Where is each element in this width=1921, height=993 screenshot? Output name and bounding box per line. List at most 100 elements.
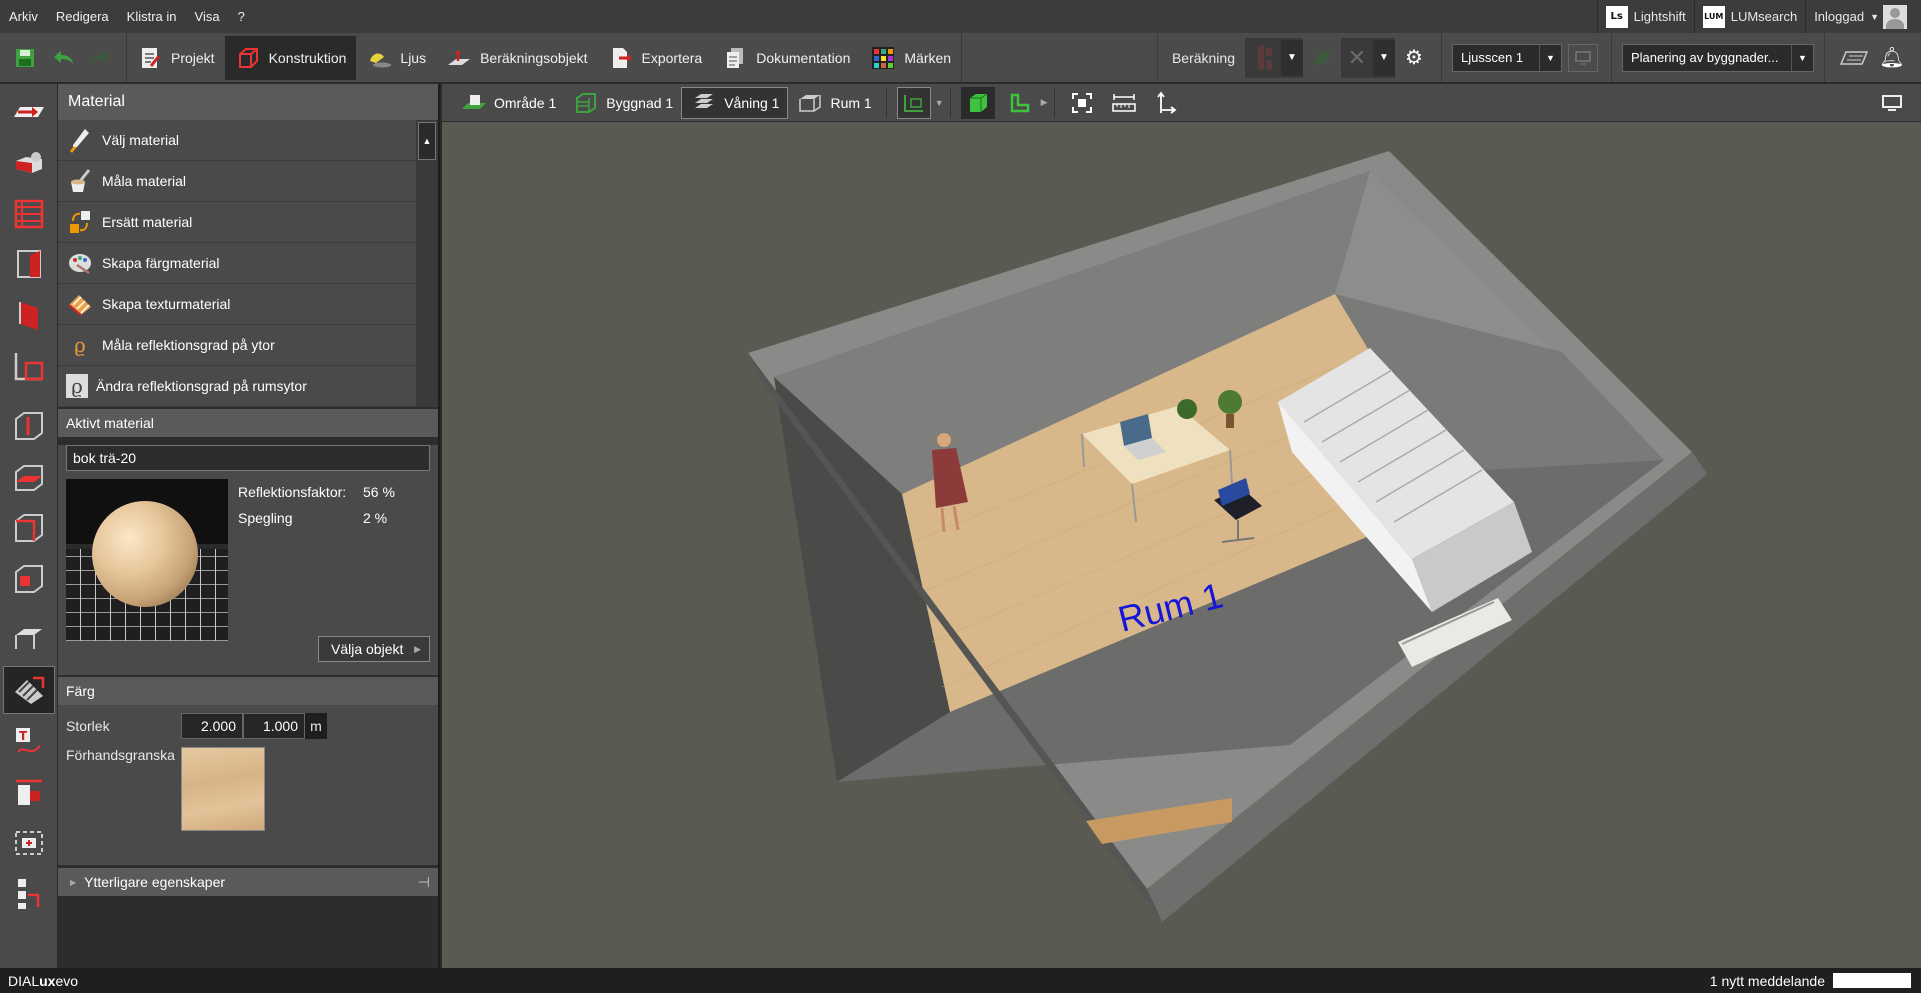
lightshift-button[interactable]: Ls Lightshift — [1596, 0, 1694, 33]
menu-arkiv[interactable]: Arkiv — [0, 9, 47, 24]
view-3d-button[interactable] — [960, 86, 995, 119]
cancel-calculation-button[interactable]: ✕ — [1341, 40, 1373, 76]
tab-ljus[interactable]: Ljus — [356, 36, 436, 80]
undo-button[interactable] — [47, 40, 79, 76]
chevron-right-icon[interactable]: ▶ — [1041, 97, 1048, 108]
green-cube-icon — [969, 93, 987, 112]
rail-room-object-button[interactable] — [3, 555, 55, 603]
menu-klistra-in[interactable]: Klistra in — [118, 9, 186, 24]
tab-marken[interactable]: Märken — [860, 36, 961, 80]
select-objects-button[interactable]: Välja objekt ▶ — [318, 636, 430, 662]
tab-ljus-label: Ljus — [400, 49, 427, 66]
furniture-icon — [16, 152, 42, 173]
crumb-rum[interactable]: Rum 1 — [788, 87, 879, 119]
floor-plan-button[interactable] — [1838, 40, 1870, 76]
rail-roof-button[interactable] — [3, 342, 55, 390]
cube-floor-icon — [15, 465, 43, 491]
lumsearch-button[interactable]: LUM LUMsearch — [1693, 0, 1805, 33]
fit-view-button[interactable] — [1065, 87, 1099, 119]
fullscreen-button[interactable] — [1875, 87, 1909, 119]
scene-display-button[interactable] — [1568, 43, 1598, 72]
cancel-dropdown[interactable]: ▼ — [1373, 39, 1395, 76]
chevron-down-icon: ▼ — [1539, 44, 1561, 71]
calculate-dropdown[interactable]: ▼ — [1281, 39, 1303, 76]
rail-insert-button[interactable] — [3, 768, 55, 816]
calculate-button[interactable] — [1249, 40, 1281, 76]
view-plan-button[interactable] — [896, 86, 931, 119]
avatar — [1883, 4, 1907, 29]
scroll-up-button[interactable]: ▲ — [418, 122, 436, 160]
menu-redigera[interactable]: Redigera — [47, 9, 118, 24]
tab-exportera[interactable]: Exportera — [598, 36, 713, 80]
rail-import-button[interactable] — [3, 87, 55, 135]
crumb-byggnad[interactable]: Byggnad 1 — [564, 87, 681, 119]
save-button[interactable] — [9, 40, 41, 76]
rail-text-button[interactable]: T — [3, 717, 55, 765]
crumb-label: Våning 1 — [724, 94, 780, 111]
size-height-input[interactable]: 1.000 — [243, 713, 305, 739]
palette-icon — [66, 249, 94, 277]
tab-dokumentation[interactable]: Dokumentation — [712, 36, 860, 80]
light-scene-select[interactable]: Ljusscen 1 ▼ — [1452, 43, 1562, 72]
viewport-toolbar: Område 1 Byggnad 1 Våning 1 Rum 1 ▼ ▶ — [442, 84, 1921, 122]
rail-arrange-button[interactable] — [3, 870, 55, 918]
tab-projekt[interactable]: Projekt — [127, 36, 225, 80]
rail-wall-button[interactable] — [3, 240, 55, 288]
tool-paint-material[interactable]: Måla material — [58, 161, 416, 202]
more-properties-header[interactable]: ▶ Ytterligare egenskaper ⊣ — [58, 868, 438, 896]
rail-opening-button[interactable] — [3, 291, 55, 339]
active-material-name[interactable]: bok trä-20 — [66, 445, 430, 471]
material-stripes-icon — [15, 676, 45, 704]
specular-value: 2 % — [363, 510, 388, 526]
messages-button[interactable]: 1 nytt meddelande — [1710, 973, 1911, 989]
menu-help[interactable]: ? — [229, 9, 254, 24]
crumb-omrade[interactable]: Område 1 — [452, 87, 564, 119]
crumb-vaning[interactable]: Våning 1 — [681, 86, 789, 119]
rail-room-wall-button[interactable] — [3, 504, 55, 552]
tab-dokumentation-label: Dokumentation — [756, 49, 851, 66]
chevron-down-icon[interactable]: ▼ — [935, 98, 944, 108]
view-lshape-button[interactable] — [1003, 87, 1037, 119]
rail-material-button[interactable] — [3, 666, 55, 714]
tool-replace-material[interactable]: Ersätt material — [58, 202, 416, 243]
room-3d-render[interactable]: Rum 1 — [442, 122, 1921, 968]
tool-paint-reflectance[interactable]: ϱ Måla reflektionsgrad på ytor — [58, 325, 416, 366]
user-menu[interactable]: Inloggad ▼ — [1805, 0, 1921, 33]
redo-button[interactable] — [85, 40, 117, 76]
axis-button[interactable] — [1149, 87, 1183, 119]
settings-button[interactable]: ⚙ — [1398, 40, 1430, 76]
panel-title: Material — [58, 84, 438, 120]
eco-button[interactable] — [1306, 40, 1338, 76]
message-indicator — [1833, 973, 1911, 988]
rail-building-button[interactable] — [3, 189, 55, 237]
rail-room-height-button[interactable] — [3, 402, 55, 450]
tab-berakningsobjekt[interactable]: Beräkningsobjekt — [436, 36, 597, 80]
menu-visa[interactable]: Visa — [186, 9, 229, 24]
material-panel: Material Välj material Måla material Ers… — [58, 84, 440, 968]
pin-icon[interactable]: ⊣ — [418, 874, 430, 891]
rail-room-floor-button[interactable] — [3, 453, 55, 501]
monitor-icon — [1882, 94, 1902, 111]
planning-select[interactable]: Planering av byggnader... ▼ — [1622, 43, 1814, 72]
rail-placement-button[interactable] — [3, 819, 55, 867]
measure-button[interactable] — [1107, 87, 1141, 119]
tool-create-texture-material[interactable]: Skapa texturmaterial — [58, 284, 416, 325]
more-properties-label: Ytterligare egenskaper — [84, 874, 226, 890]
notifications-button[interactable]: 🔔︎ — [1876, 40, 1908, 76]
tool-list-scrollbar[interactable]: ▲ — [416, 120, 438, 407]
3d-viewport[interactable]: Rum 1 — [442, 122, 1921, 968]
texture-preview — [181, 747, 265, 831]
l-shape-icon — [1010, 93, 1029, 112]
tool-select-material[interactable]: Välj material — [58, 120, 416, 161]
rail-furniture-button[interactable] — [3, 138, 55, 186]
tool-create-color-material[interactable]: Skapa färgmaterial — [58, 243, 416, 284]
light-scene-value: Ljusscen 1 — [1461, 50, 1524, 65]
wall-icon — [17, 250, 41, 278]
rail-ceiling-button[interactable] — [3, 615, 55, 663]
tab-konstruktion[interactable]: Konstruktion — [224, 35, 357, 80]
tool-change-room-reflectance[interactable]: ϱ Ändra reflektionsgrad på rumsytor — [58, 366, 416, 407]
size-width-input[interactable]: 2.000 — [181, 713, 243, 739]
opening-icon — [19, 302, 38, 330]
chevron-down-icon: ▼ — [1287, 52, 1297, 63]
chevron-down-icon: ▼ — [1791, 44, 1813, 71]
